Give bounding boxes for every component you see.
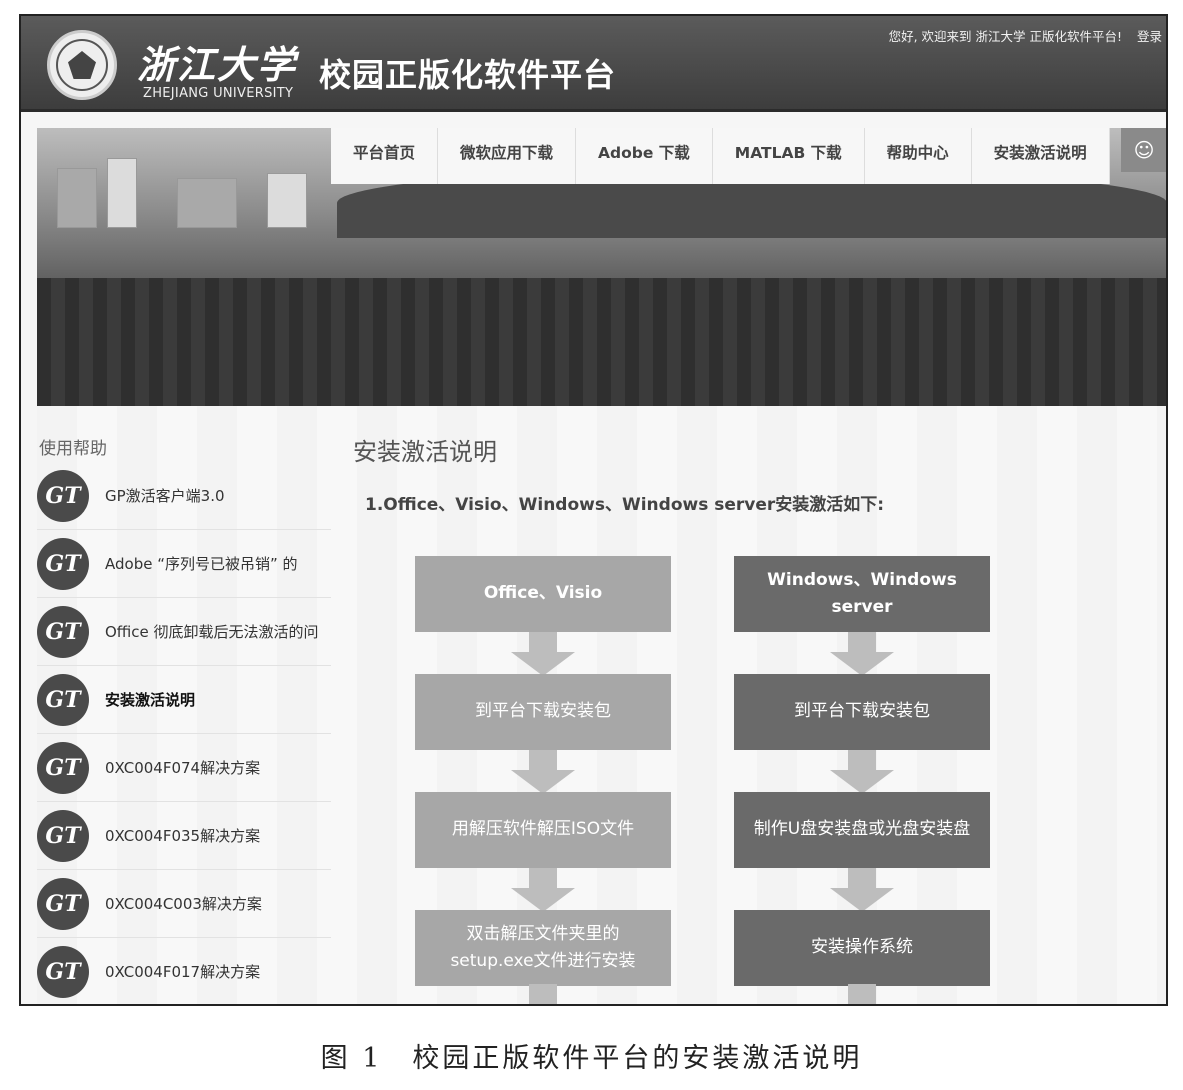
sidebar-item-label: 0XC004C003解决方案 (105, 895, 262, 913)
sidebar-item-label: Office 彻底卸载后无法激活的问 (105, 623, 319, 641)
down-arrow-icon (511, 868, 575, 912)
site-title: 校园正版化软件平台 (319, 56, 617, 94)
flow-left-step-unzip: 用解压软件解压ISO文件 (415, 792, 671, 868)
sidebar-item-0xc004f074[interactable]: GT 0XC004F074解决方案 (37, 734, 331, 802)
gt-logo-icon: GT (37, 469, 89, 522)
welcome-text: 您好, 欢迎来到 浙江大学 正版化软件平台! (888, 29, 1122, 44)
sidebar-item-0xc004f035[interactable]: GT 0XC004F035解决方案 (37, 802, 331, 870)
nav-help-center[interactable]: 帮助中心 (865, 128, 972, 184)
university-seal-logo[interactable] (47, 30, 117, 100)
gt-logo-icon: GT (37, 945, 89, 998)
gt-logo-icon: GT (37, 877, 89, 930)
sidebar-item-0xc004f017[interactable]: GT 0XC004F017解决方案 (37, 938, 331, 1004)
gt-logo-icon: GT (37, 605, 89, 658)
gt-logo-icon: GT (37, 809, 89, 862)
logo-english-name: ZHEJIANG UNIVERSITY (143, 86, 294, 101)
flow-left-step-setup: 双击解压文件夹里的setup.exe文件进行安装 (415, 910, 671, 986)
nav-microsoft-download[interactable]: 微软应用下载 (438, 128, 577, 184)
sidebar-title: 使用帮助 (39, 439, 107, 459)
gt-logo-icon: GT (37, 537, 89, 590)
sidebar-item-office-uninstall[interactable]: GT Office 彻底卸载后无法激活的问 (37, 598, 331, 666)
sidebar-item-label: GP激活客户端3.0 (105, 487, 225, 505)
gt-logo-icon: GT (37, 741, 89, 794)
sidebar-item-0xc004c003[interactable]: GT 0XC004C003解决方案 (37, 870, 331, 938)
down-arrow-icon (830, 750, 894, 794)
main-nav: 平台首页 微软应用下载 Adobe 下载 MATLAB 下载 帮助中心 安装激活… (331, 128, 1110, 184)
nav-home[interactable]: 平台首页 (331, 128, 439, 184)
browser-page: 浙江大学 ZHEJIANG UNIVERSITY 校园正版化软件平台 您好, 欢… (19, 14, 1168, 1006)
sidebar-help-list: GT GP激活客户端3.0 GT Adobe “序列号已被吊销” 的 GT Of… (37, 462, 331, 1004)
nav-matlab-download[interactable]: MATLAB 下载 (713, 128, 865, 184)
smiley-icon[interactable]: ☺ (1121, 128, 1166, 172)
section-heading: 1.Office、Visio、Windows、Windows server安装激… (365, 495, 885, 515)
sidebar-item-label: 0XC004F035解决方案 (105, 827, 261, 845)
flow-right-step-make-media: 制作U盘安装盘或光盘安装盘 (734, 792, 990, 868)
down-arrow-icon (830, 868, 894, 912)
flow-left-step-download: 到平台下载安装包 (415, 674, 671, 750)
flow-right-start: Windows、Windows server (734, 556, 990, 632)
down-arrow-icon (511, 984, 575, 1004)
nav-adobe-download[interactable]: Adobe 下载 (576, 128, 713, 184)
sidebar-item-label: 0XC004F074解决方案 (105, 759, 261, 777)
down-arrow-icon (511, 750, 575, 794)
login-link[interactable]: 登录 (1137, 26, 1162, 45)
flow-right-step-install-os: 安装操作系统 (734, 910, 990, 986)
page-title: 安装激活说明 (353, 438, 497, 466)
sidebar-item-install-activation[interactable]: GT 安装激活说明 (37, 666, 331, 734)
sidebar-item-label: 安装激活说明 (105, 691, 196, 709)
down-arrow-icon (830, 632, 894, 676)
figure-caption: 图 1 校园正版软件平台的安装激活说明 (320, 1043, 863, 1074)
nav-install-activation[interactable]: 安装激活说明 (972, 128, 1110, 184)
logo-chinese-name: 浙江大学 (137, 42, 298, 87)
down-arrow-icon (511, 632, 575, 676)
sidebar-item-gp-client[interactable]: GT GP激活客户端3.0 (37, 462, 331, 530)
sidebar-item-adobe-serial[interactable]: GT Adobe “序列号已被吊销” 的 (37, 530, 331, 598)
flow-left-start: Office、Visio (415, 556, 671, 632)
gt-logo-icon: GT (37, 673, 89, 726)
down-arrow-icon (830, 984, 894, 1004)
sidebar-item-label: 0XC004F017解决方案 (105, 963, 261, 981)
site-header: 浙江大学 ZHEJIANG UNIVERSITY 校园正版化软件平台 您好, 欢… (21, 16, 1166, 112)
flow-right-step-download: 到平台下载安装包 (734, 674, 990, 750)
sidebar-item-label: Adobe “序列号已被吊销” 的 (105, 555, 298, 573)
